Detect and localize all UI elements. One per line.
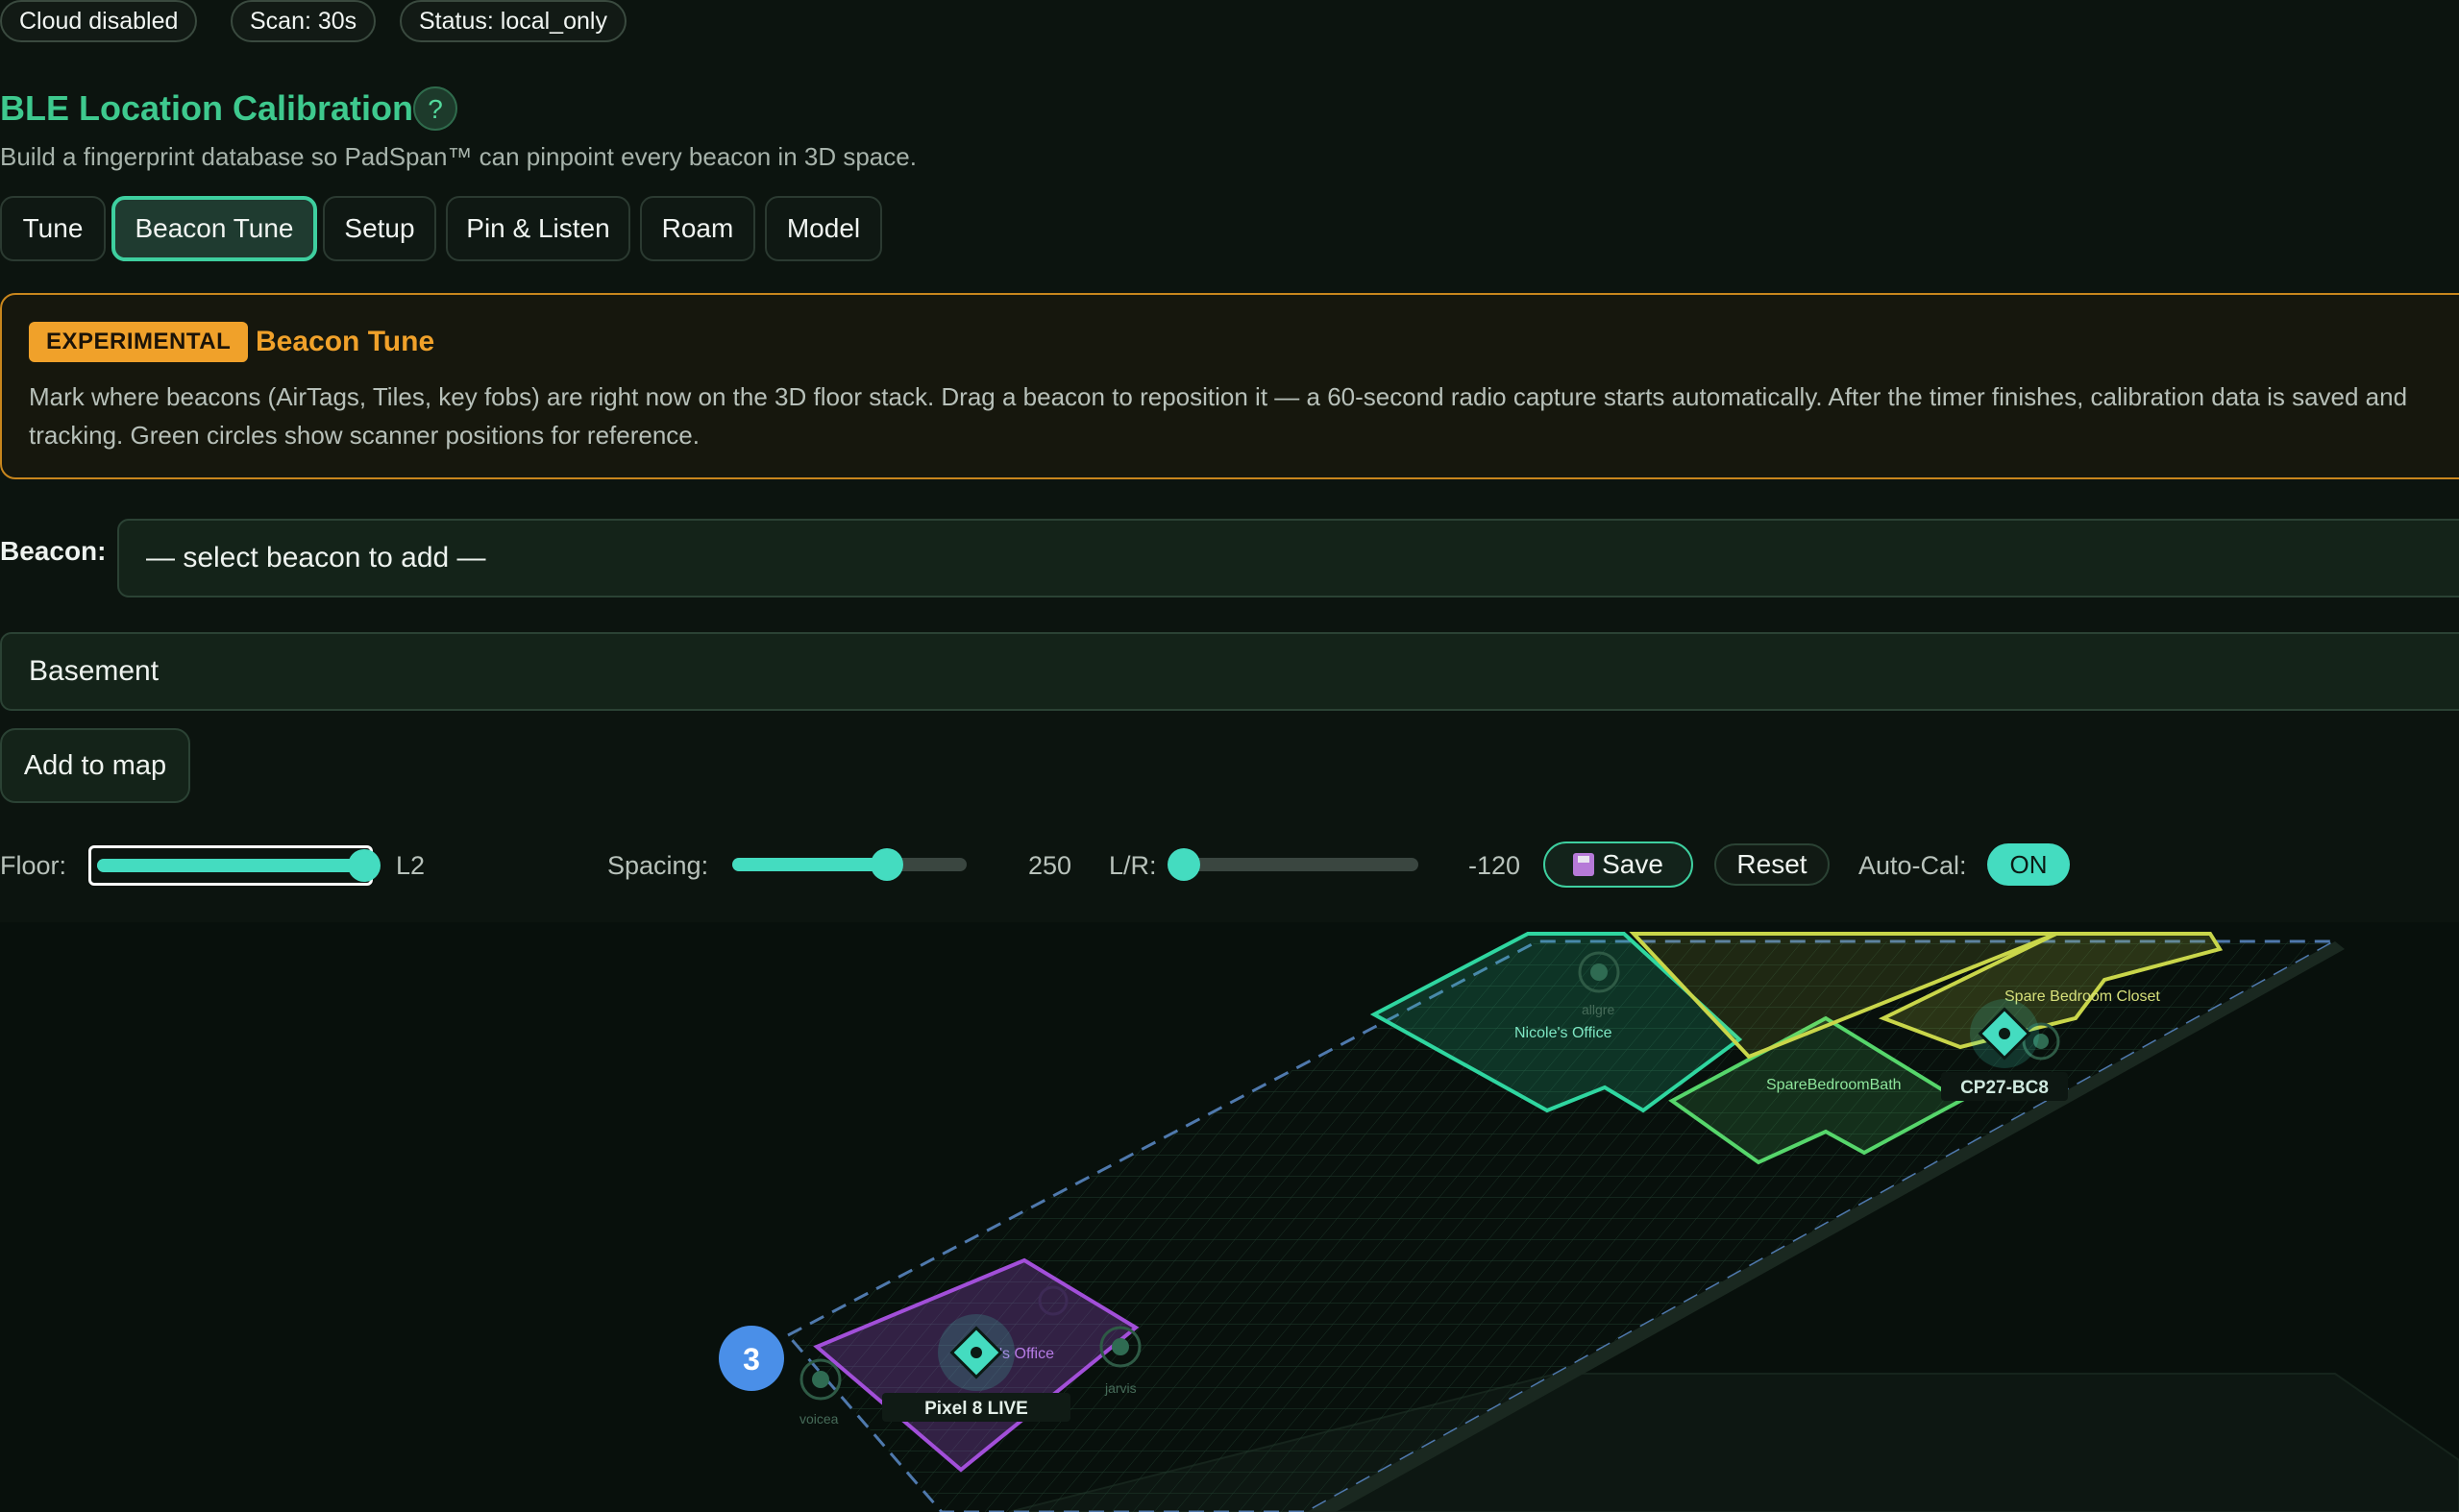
tab-beacon-tune[interactable]: Beacon Tune: [111, 196, 317, 261]
floor-select[interactable]: Basement: [0, 632, 2459, 711]
scanner-label-jarvis: jarvis: [1104, 1380, 1137, 1396]
room-label-spare-bedroom-closet: Spare Bedroom Closet: [2004, 988, 2160, 1005]
spacing-value: 250: [1028, 851, 1072, 880]
floor-number-label: 3: [743, 1342, 760, 1377]
beacon-select[interactable]: — select beacon to add —: [117, 519, 2459, 597]
spacing-slider-label: Spacing:: [607, 851, 709, 880]
experimental-info-panel: EXPERIMENTAL Beacon Tune Mark where beac…: [0, 293, 2459, 479]
info-description: Mark where beacons (AirTags, Tiles, key …: [29, 382, 2408, 450]
spacing-slider[interactable]: [732, 848, 967, 881]
save-button[interactable]: Save: [1543, 841, 1693, 888]
floor-slider-label: Floor:: [0, 851, 67, 880]
beacon-label-cp27-bc8: CP27-BC8: [1960, 1078, 2049, 1098]
reset-button[interactable]: Reset: [1714, 843, 1830, 886]
floor-number-badge[interactable]: 3: [719, 1326, 784, 1391]
page-title: BLE Location Calibration: [0, 88, 414, 128]
floor-slider[interactable]: [88, 845, 381, 886]
floppy-disk-icon: [1573, 853, 1595, 876]
tab-tune[interactable]: Tune: [0, 196, 106, 261]
floor-map-3d[interactable]: Nicole's Office SpareBedroomBath Spare B…: [0, 922, 2459, 1512]
room-label-nicoles-office: Nicole's Office: [1514, 1025, 1612, 1041]
scan-interval-pill: Scan: 30s: [231, 0, 377, 42]
tab-pin-listen[interactable]: Pin & Listen: [446, 196, 630, 261]
add-to-map-button[interactable]: Add to map: [0, 728, 190, 803]
beacon-label: Beacon:: [0, 536, 107, 566]
experimental-badge: EXPERIMENTAL: [29, 322, 249, 362]
tab-setup[interactable]: Setup: [323, 196, 436, 261]
floor-value: L2: [396, 851, 426, 880]
room-label-spare-bedroom-bath: SpareBedroomBath: [1766, 1077, 1902, 1093]
save-label: Save: [1602, 849, 1663, 879]
info-title: Beacon Tune: [256, 326, 435, 357]
auto-cal-toggle[interactable]: ON: [1987, 843, 2070, 886]
scanner-label-voicea: voicea: [799, 1411, 839, 1427]
tab-model[interactable]: Model: [765, 196, 882, 261]
lr-slider-label: L/R:: [1109, 851, 1157, 880]
auto-cal-label: Auto-Cal:: [1858, 851, 1967, 880]
scanner-label-allgre: allgre: [1582, 1002, 1614, 1017]
lr-slider[interactable]: [1168, 848, 1418, 881]
cloud-status-pill: Cloud disabled: [0, 0, 198, 42]
lr-value: -120: [1468, 851, 1521, 880]
tab-roam[interactable]: Roam: [640, 196, 755, 261]
beacon-label-pixel-8-live: Pixel 8 LIVE: [924, 1399, 1028, 1419]
connection-status-pill: Status: local_only: [400, 0, 627, 42]
page-subtitle: Build a fingerprint database so PadSpan™…: [0, 142, 917, 171]
help-icon[interactable]: ?: [413, 86, 457, 131]
floor-map-canvas[interactable]: Nicole's Office SpareBedroomBath Spare B…: [0, 922, 2459, 1512]
